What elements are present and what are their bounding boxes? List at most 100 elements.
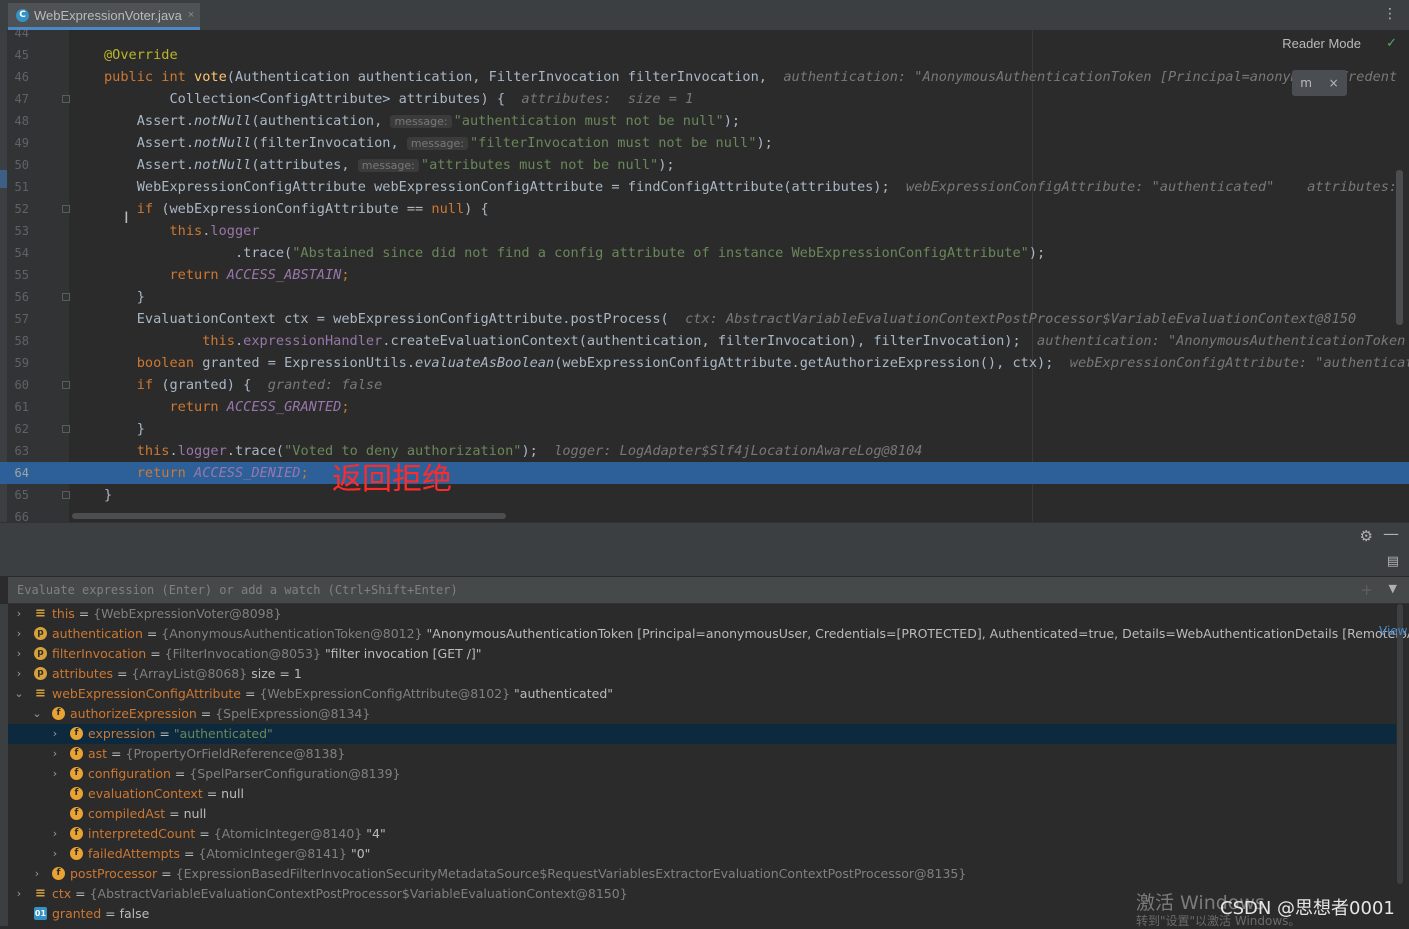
code-line[interactable]: 65}: [0, 484, 1409, 506]
evaluate-expression-input[interactable]: [8, 577, 1348, 603]
variable-row[interactable]: › p authentication = {AnonymousAuthenticat…: [8, 624, 1409, 644]
line-number[interactable]: 54: [7, 242, 29, 264]
variables-tree[interactable]: › ≡ this = {WebExpressionVoter@8098} › p aut…: [8, 604, 1409, 926]
line-number[interactable]: 61: [7, 396, 29, 418]
variable-row[interactable]: › f interpretedCount = {AtomicInteger@8140…: [8, 824, 1396, 844]
variable-row[interactable]: f compiledAst = null: [8, 804, 1396, 824]
variable-row[interactable]: › p filterInvocation = {FilterInvocation@8…: [8, 644, 1396, 664]
expand-arrow-icon[interactable]: ›: [50, 744, 60, 764]
code-line[interactable]: 45 @Override: [0, 44, 1409, 66]
line-number[interactable]: 56: [7, 286, 29, 308]
line-number[interactable]: 52: [7, 198, 29, 220]
code-line[interactable]: 57 EvaluationContext ctx = webExpression…: [0, 308, 1409, 330]
variable-row[interactable]: › f ast = {PropertyOrFieldReference@8138}: [8, 744, 1396, 764]
evaluate-expression-bar: + ▼: [8, 577, 1409, 604]
tab-webexpressionvoter[interactable]: C WebExpressionVoter.java ×: [8, 3, 201, 30]
line-number[interactable]: 66: [7, 506, 29, 522]
line-number[interactable]: 59: [7, 352, 29, 374]
expand-arrow-icon[interactable]: ⌄: [14, 684, 24, 704]
fold-marker-icon[interactable]: [62, 381, 70, 389]
line-number[interactable]: 64: [7, 462, 29, 484]
line-number[interactable]: 45: [7, 44, 29, 66]
inspection-ok-icon[interactable]: ✓: [1386, 36, 1397, 51]
line-number[interactable]: 50: [7, 154, 29, 176]
fold-marker-icon[interactable]: [62, 95, 70, 103]
variable-row[interactable]: ⌄ ≡ webExpressionConfigAttribute = {WebExp…: [8, 684, 1396, 704]
fold-marker-icon[interactable]: [62, 205, 70, 213]
line-number[interactable]: 60: [7, 374, 29, 396]
line-number[interactable]: 48: [7, 110, 29, 132]
code-line[interactable]: 47 Collection<ConfigAttribute> attribute…: [0, 88, 1409, 110]
code-line[interactable]: 60 if (granted) { granted: false: [0, 374, 1409, 396]
close-icon[interactable]: ×: [188, 9, 194, 21]
variable-row[interactable]: ⌄ f authorizeExpression = {SpelExpression@…: [8, 704, 1396, 724]
expand-arrow-icon[interactable]: ›: [50, 764, 60, 784]
code-line[interactable]: 52 if (webExpressionConfigAttribute == n…: [0, 198, 1409, 220]
expand-arrow-icon[interactable]: ›: [14, 604, 24, 624]
code-line[interactable]: 44: [0, 30, 1409, 44]
variable-row[interactable]: › ≡ this = {WebExpressionVoter@8098}: [8, 604, 1396, 624]
view-link[interactable]: View: [1379, 624, 1407, 638]
variable-row[interactable]: › f configuration = {SpelParserConfigurati…: [8, 764, 1396, 784]
fold-marker-icon[interactable]: [62, 425, 70, 433]
expand-arrow-icon[interactable]: ›: [14, 884, 24, 904]
variables-scrollbar[interactable]: [1397, 604, 1403, 884]
expand-arrow-icon[interactable]: ›: [50, 844, 60, 864]
code-line[interactable]: 50 Assert.notNull(attributes, message: "a…: [0, 154, 1409, 176]
expand-arrow-icon[interactable]: ›: [14, 644, 24, 664]
line-number[interactable]: 47: [7, 88, 29, 110]
variable-row[interactable]: › f postProcessor = {ExpressionBasedFilter…: [8, 864, 1396, 884]
line-number[interactable]: 62: [7, 418, 29, 440]
expand-arrow-icon[interactable]: ⌄: [32, 704, 42, 724]
layout-settings-icon[interactable]: ▤: [1387, 554, 1399, 569]
add-watch-icon[interactable]: +: [1360, 581, 1373, 599]
code-line[interactable]: 58 this.expressionHandler.createEvaluati…: [0, 330, 1409, 352]
maven-icon[interactable]: m: [1300, 76, 1312, 90]
variable-row[interactable]: › f failedAttempts = {AtomicInteger@8141} …: [8, 844, 1396, 864]
code-editor[interactable]: 44 45 @Override 46 public int vote(Authentic…: [0, 30, 1409, 522]
minimize-icon[interactable]: —: [1383, 524, 1399, 543]
code-line[interactable]: 54 .trace("Abstained since did not find …: [0, 242, 1409, 264]
code-line[interactable]: 63 this.logger.trace("Voted to deny auth…: [0, 440, 1409, 462]
expand-arrow-icon[interactable]: ›: [14, 664, 24, 684]
code-line[interactable]: 46 public int vote(Authentication authent…: [0, 66, 1409, 88]
code-line[interactable]: 49 Assert.notNull(filterInvocation, mess…: [0, 132, 1409, 154]
code-line[interactable]: 48 Assert.notNull(authentication, messag…: [0, 110, 1409, 132]
reader-mode-button[interactable]: Reader Mode: [1280, 36, 1363, 51]
code-line[interactable]: 61 return ACCESS_GRANTED;: [0, 396, 1409, 418]
expand-arrow-icon[interactable]: ›: [14, 624, 24, 644]
line-number[interactable]: 65: [7, 484, 29, 506]
line-number[interactable]: 58: [7, 330, 29, 352]
editor-horizontal-scrollbar[interactable]: [72, 513, 506, 519]
code-line[interactable]: 56 }: [0, 286, 1409, 308]
line-number[interactable]: 63: [7, 440, 29, 462]
code-line[interactable]: 59 boolean granted = ExpressionUtils.eva…: [0, 352, 1409, 374]
inline-hint-popup[interactable]: m ×: [1292, 70, 1347, 96]
variable-row[interactable]: › p attributes = {ArrayList@8068} size = 1: [8, 664, 1396, 684]
line-number[interactable]: 46: [7, 66, 29, 88]
code-line[interactable]: 55 return ACCESS_ABSTAIN;: [0, 264, 1409, 286]
variable-name: evaluationContext: [88, 786, 203, 801]
gear-icon[interactable]: ⚙: [1360, 527, 1373, 545]
fold-marker-icon[interactable]: [62, 491, 70, 499]
chevron-down-icon[interactable]: ▼: [1389, 582, 1397, 595]
line-number[interactable]: 51: [7, 176, 29, 198]
code-line[interactable]: 53 this.logger: [0, 220, 1409, 242]
expand-arrow-icon[interactable]: ›: [50, 724, 60, 744]
fold-marker-icon[interactable]: [62, 293, 70, 301]
code-line[interactable]: 62 }: [0, 418, 1409, 440]
editor-vertical-scrollbar[interactable]: [1396, 170, 1403, 325]
close-icon[interactable]: ×: [1329, 76, 1339, 90]
expand-arrow-icon[interactable]: ›: [50, 824, 60, 844]
variable-row[interactable]: f evaluationContext = null: [8, 784, 1396, 804]
line-number[interactable]: 49: [7, 132, 29, 154]
expand-arrow-icon[interactable]: ›: [32, 864, 42, 884]
line-number[interactable]: 53: [7, 220, 29, 242]
line-number[interactable]: 44: [7, 30, 29, 44]
line-number[interactable]: 57: [7, 308, 29, 330]
code-line[interactable]: 64 return ACCESS_DENIED;: [0, 462, 1409, 484]
code-line[interactable]: 51 WebExpressionConfigAttribute webExpre…: [0, 176, 1409, 198]
line-number[interactable]: 55: [7, 264, 29, 286]
more-options-icon[interactable]: ⋮: [1383, 6, 1397, 22]
variable-row[interactable]: › f expression = "authenticated": [8, 724, 1396, 744]
